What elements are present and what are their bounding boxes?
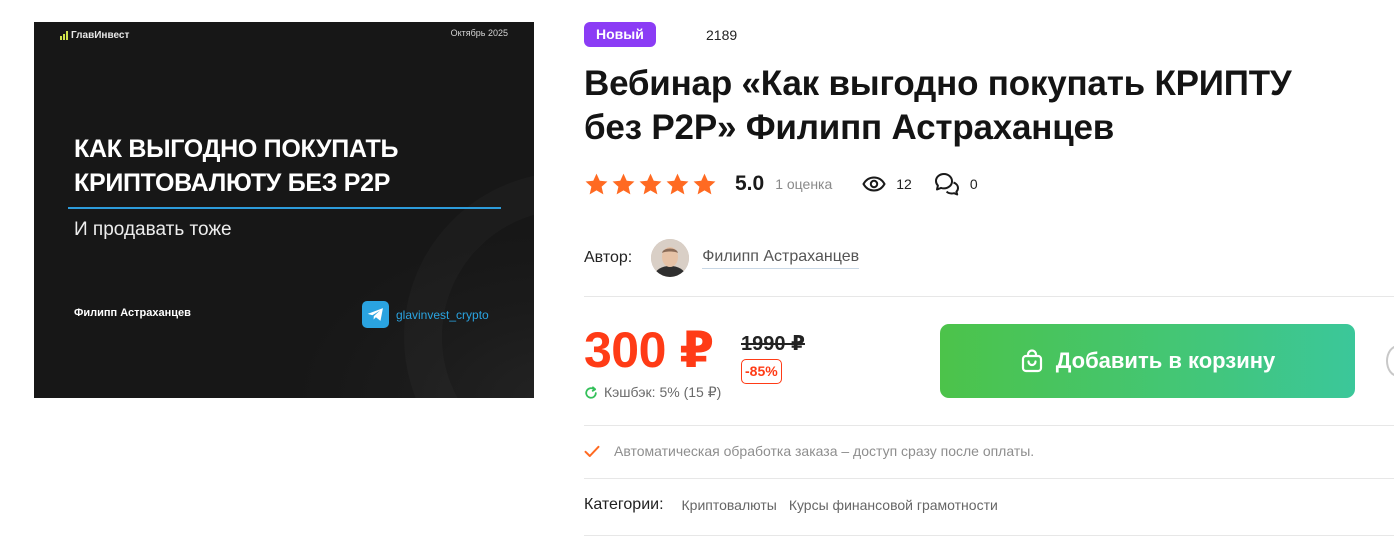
cover-telegram: glavinvest_crypto — [362, 301, 489, 328]
telegram-icon — [362, 301, 389, 328]
cover-brand: ГлавИнвест — [60, 30, 129, 41]
product-id: 2189 — [706, 27, 738, 43]
star-icon — [639, 173, 662, 194]
categories-label: Категории: — [584, 496, 664, 513]
star-icon — [693, 173, 716, 194]
category-link[interactable]: Криптовалюты — [682, 497, 777, 513]
cover-title-line: КАК ВЫГОДНО ПОКУПАТЬ — [74, 135, 399, 163]
categories: Категории: Криптовалюты Курсы финансовой… — [584, 496, 998, 514]
views-count: 12 — [896, 176, 912, 192]
new-badge: Новый — [584, 22, 656, 47]
views-counter: 12 — [862, 176, 912, 192]
rating-score: 5.0 — [735, 172, 765, 195]
discount-badge: -85% — [741, 359, 782, 384]
cover-title-line: КРИПТОВАЛЮТУ БЕЗ P2P — [74, 169, 391, 197]
star-rating[interactable] — [584, 172, 717, 197]
divider — [584, 535, 1394, 536]
cover-divider — [68, 207, 501, 209]
telegram-handle: glavinvest_crypto — [396, 307, 489, 322]
author-label: Автор: — [584, 249, 633, 266]
cover-brand-name: ГлавИнвест — [71, 30, 130, 41]
divider — [584, 425, 1394, 426]
cover-decoration — [404, 172, 534, 398]
cover-author: Филипп Астраханцев — [74, 307, 191, 319]
star-icon — [585, 173, 608, 194]
comments-icon — [934, 173, 959, 196]
refresh-icon — [585, 385, 597, 399]
brand-logo-icon — [60, 31, 68, 40]
comments-counter[interactable]: 0 — [934, 172, 978, 196]
cover-title: КАК ВЫГОДНО ПОКУПАТЬ КРИПТОВАЛЮТУ БЕЗ P2… — [74, 132, 398, 200]
add-to-cart-button[interactable]: Добавить в корзину — [940, 324, 1355, 398]
eye-icon — [862, 176, 886, 192]
cover-date: Октябрь 2025 — [450, 28, 508, 38]
old-price: 1990 ₽ — [741, 333, 805, 355]
add-to-cart-label: Добавить в корзину — [1055, 348, 1276, 373]
rating-row: 5.0 1 оценка 12 0 — [584, 168, 978, 200]
shopping-bag-icon — [1021, 349, 1042, 373]
cashback-text: Кэшбэк: 5% (15 ₽) — [604, 384, 722, 400]
product-cover-image[interactable]: ГлавИнвест Октябрь 2025 КАК ВЫГОДНО ПОКУ… — [34, 22, 534, 398]
author-row: Автор: Филипп Астраханцев — [584, 238, 860, 278]
star-icon — [666, 173, 689, 194]
product-title: Вебинар «Как выгодно покупать КРИПТУ без… — [584, 64, 1292, 147]
comments-count: 0 — [969, 176, 978, 192]
avatar-photo — [651, 239, 690, 277]
category-link[interactable]: Курсы финансовой грамотности — [789, 497, 998, 513]
author-avatar[interactable] — [651, 239, 690, 277]
cover-subtitle: И продавать тоже — [74, 219, 232, 240]
rating-count[interactable]: 1 оценка — [775, 176, 832, 192]
order-notice-text: Автоматическая обработка заказа – доступ… — [614, 443, 1035, 459]
author-name-link[interactable]: Филипп Астраханцев — [702, 248, 860, 269]
order-notice: Автоматическая обработка заказа – доступ… — [584, 443, 1034, 459]
current-price: 300 ₽ — [584, 322, 714, 378]
check-icon — [584, 445, 600, 457]
star-icon — [612, 173, 635, 194]
more-options-button[interactable] — [1386, 345, 1394, 377]
divider — [584, 296, 1394, 297]
cashback: Кэшбэк: 5% (15 ₽) — [584, 384, 721, 401]
divider — [584, 478, 1394, 479]
